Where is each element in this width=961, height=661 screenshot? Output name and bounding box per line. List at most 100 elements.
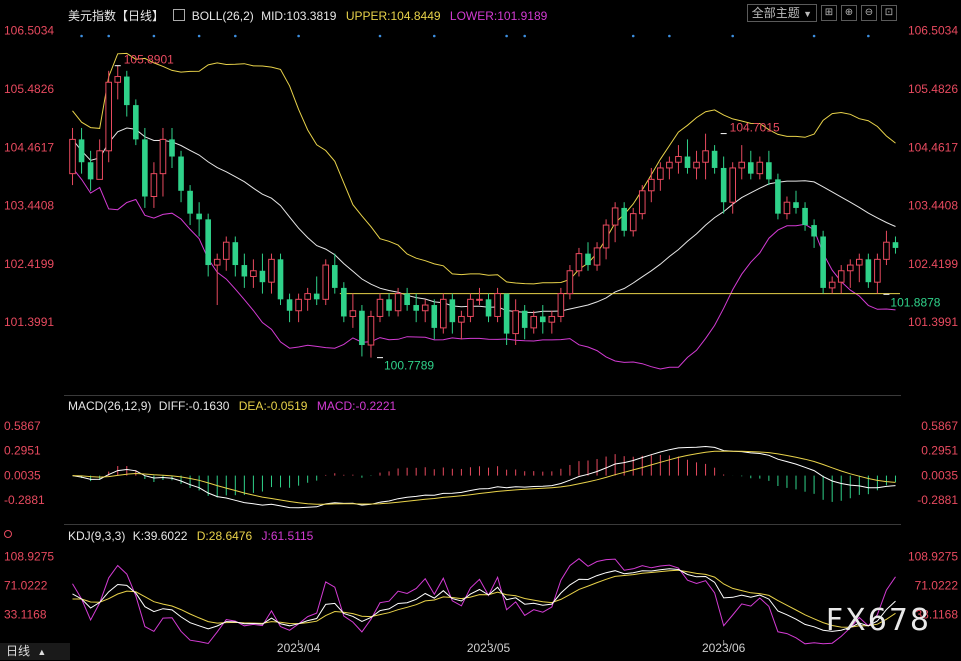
macd-tick-label-right: -0.2881 bbox=[917, 493, 958, 507]
candle-body-up bbox=[675, 156, 682, 163]
panel-divider-macd bbox=[64, 395, 901, 396]
candle-body-up bbox=[629, 213, 637, 232]
price-tick-label-right: 105.4826 bbox=[908, 82, 958, 96]
kdj-tick-label-right: 71.0222 bbox=[915, 578, 959, 592]
date-tick-label: 2023/04 bbox=[277, 641, 321, 655]
theme-select[interactable]: 全部主题 ▼ bbox=[746, 4, 817, 22]
candle-body-down bbox=[241, 265, 248, 277]
candle-body-down bbox=[820, 236, 826, 288]
annotation-label: 101.8878 bbox=[890, 295, 940, 309]
kdj-d: D:28.6476 bbox=[196, 529, 253, 543]
macd-tick-label-left: 0.0035 bbox=[4, 468, 41, 482]
candle-body-up bbox=[693, 161, 700, 169]
boll-upper: UPPER:104.8449 bbox=[345, 9, 441, 23]
candle-body-up bbox=[837, 270, 845, 283]
boll-lower: LOWER:101.9189 bbox=[449, 9, 548, 23]
candle-body-up bbox=[738, 161, 746, 169]
crosshair-icon[interactable]: ⊞ bbox=[821, 5, 837, 21]
candle-body-up bbox=[69, 138, 76, 175]
panel-divider-kdj bbox=[64, 524, 901, 525]
candle-body-down bbox=[539, 316, 546, 323]
candle-body-down bbox=[286, 299, 293, 311]
candle-body-up bbox=[530, 315, 538, 329]
macd-header: MACD(26,12,9) DIFF:-0.1630 DEA:-0.0519 M… bbox=[68, 399, 396, 413]
kdj-settings-icon[interactable] bbox=[4, 530, 12, 538]
candle-body-up bbox=[657, 167, 664, 180]
kdj-name: KDJ(9,3,3) bbox=[68, 529, 126, 543]
kdj-tick-label-left: 33.1168 bbox=[4, 608, 47, 622]
candle-body-up bbox=[421, 304, 429, 312]
candle-body-down bbox=[865, 259, 872, 283]
candle-body-up bbox=[349, 310, 357, 317]
candle-body-up bbox=[874, 258, 881, 283]
price-tick-label-left: 106.5034 bbox=[4, 24, 54, 38]
candle-body-down bbox=[404, 293, 410, 306]
candle-body-up bbox=[159, 138, 167, 175]
candle-body-down bbox=[78, 139, 85, 163]
macd-name: MACD(26,12,9) bbox=[68, 399, 152, 413]
boll-label: BOLL(26,2) bbox=[191, 9, 254, 23]
signal-dot bbox=[505, 34, 508, 38]
candle-body-up bbox=[394, 293, 402, 312]
boll-mid: MID:103.3819 bbox=[261, 9, 337, 23]
candle-body-up bbox=[114, 76, 122, 83]
candle-body-up bbox=[557, 293, 565, 317]
candle-body-up bbox=[575, 253, 583, 272]
candle-body-up bbox=[638, 190, 646, 215]
signal-dot bbox=[812, 34, 816, 38]
kdj-d-line bbox=[72, 569, 896, 628]
zoom-in-icon[interactable]: ⊕ bbox=[841, 5, 857, 21]
candle-body-down bbox=[178, 156, 184, 191]
candle-body-down bbox=[521, 310, 528, 328]
macd-tick-label-right: 0.2951 bbox=[921, 444, 958, 458]
signal-dot bbox=[197, 34, 201, 38]
candle-body-up bbox=[376, 298, 384, 317]
signal-dot bbox=[297, 34, 300, 38]
candle-body-down bbox=[711, 150, 718, 168]
candle-body-down bbox=[169, 139, 175, 157]
reset-icon[interactable]: ⊡ bbox=[881, 5, 897, 21]
price-tick-label-left: 105.4826 bbox=[4, 82, 54, 96]
price-tick-label-right: 103.4408 bbox=[908, 199, 958, 213]
candle-body-up bbox=[494, 293, 501, 317]
signal-dot bbox=[107, 34, 110, 38]
chevron-up-icon: ▲ bbox=[37, 647, 47, 657]
toolbar: 全部主题 ▼ ⊞ ⊕ ⊖ ⊡ bbox=[746, 4, 897, 22]
candle-body-down bbox=[811, 225, 817, 237]
price-tick-label-left: 104.4617 bbox=[4, 140, 54, 154]
zoom-out-icon[interactable]: ⊖ bbox=[861, 5, 877, 21]
kdj-k: K:39.6022 bbox=[132, 529, 188, 543]
candle-body-down bbox=[775, 179, 781, 214]
candle-body-down bbox=[133, 105, 139, 140]
candle-body-up bbox=[702, 150, 709, 163]
price-tick-label-right: 104.4617 bbox=[908, 140, 958, 154]
candle-body-down bbox=[313, 293, 320, 300]
watermark-logo: FX678 bbox=[825, 603, 931, 638]
candle-body-up bbox=[566, 270, 574, 295]
candle-body-down bbox=[187, 190, 193, 214]
candle-body-down bbox=[277, 259, 284, 300]
candle-body-down bbox=[359, 310, 365, 346]
candle-body-down bbox=[766, 162, 772, 180]
period-selector[interactable]: 日线 ▲ bbox=[0, 643, 70, 660]
candle-body-up bbox=[828, 281, 836, 289]
signal-dot bbox=[378, 34, 382, 38]
price-tick-label-right: 101.3991 bbox=[908, 315, 958, 329]
boll-mid-line bbox=[72, 127, 896, 314]
macd-tick-label-right: 0.0035 bbox=[921, 468, 958, 482]
candle-body-down bbox=[87, 162, 94, 180]
candle-body-down bbox=[123, 76, 130, 106]
candle-body-up bbox=[512, 310, 519, 335]
date-tick-label: 2023/06 bbox=[702, 641, 746, 655]
boll-upper-line bbox=[72, 52, 896, 285]
candle-body-down bbox=[386, 299, 392, 311]
signal-dot bbox=[668, 34, 671, 38]
kdj-tick-label-left: 71.0222 bbox=[4, 578, 48, 592]
period-label: 日线 bbox=[6, 644, 31, 658]
macd-diff: DIFF:-0.1630 bbox=[158, 399, 230, 413]
price-tick-label-left: 102.4199 bbox=[4, 257, 54, 271]
instrument-title: 美元指数【日线】 bbox=[68, 9, 165, 23]
macd-tick-label-left: -0.2881 bbox=[4, 493, 45, 507]
price-tick-label-left: 101.3991 bbox=[4, 315, 54, 329]
candle-body-up bbox=[593, 247, 601, 266]
